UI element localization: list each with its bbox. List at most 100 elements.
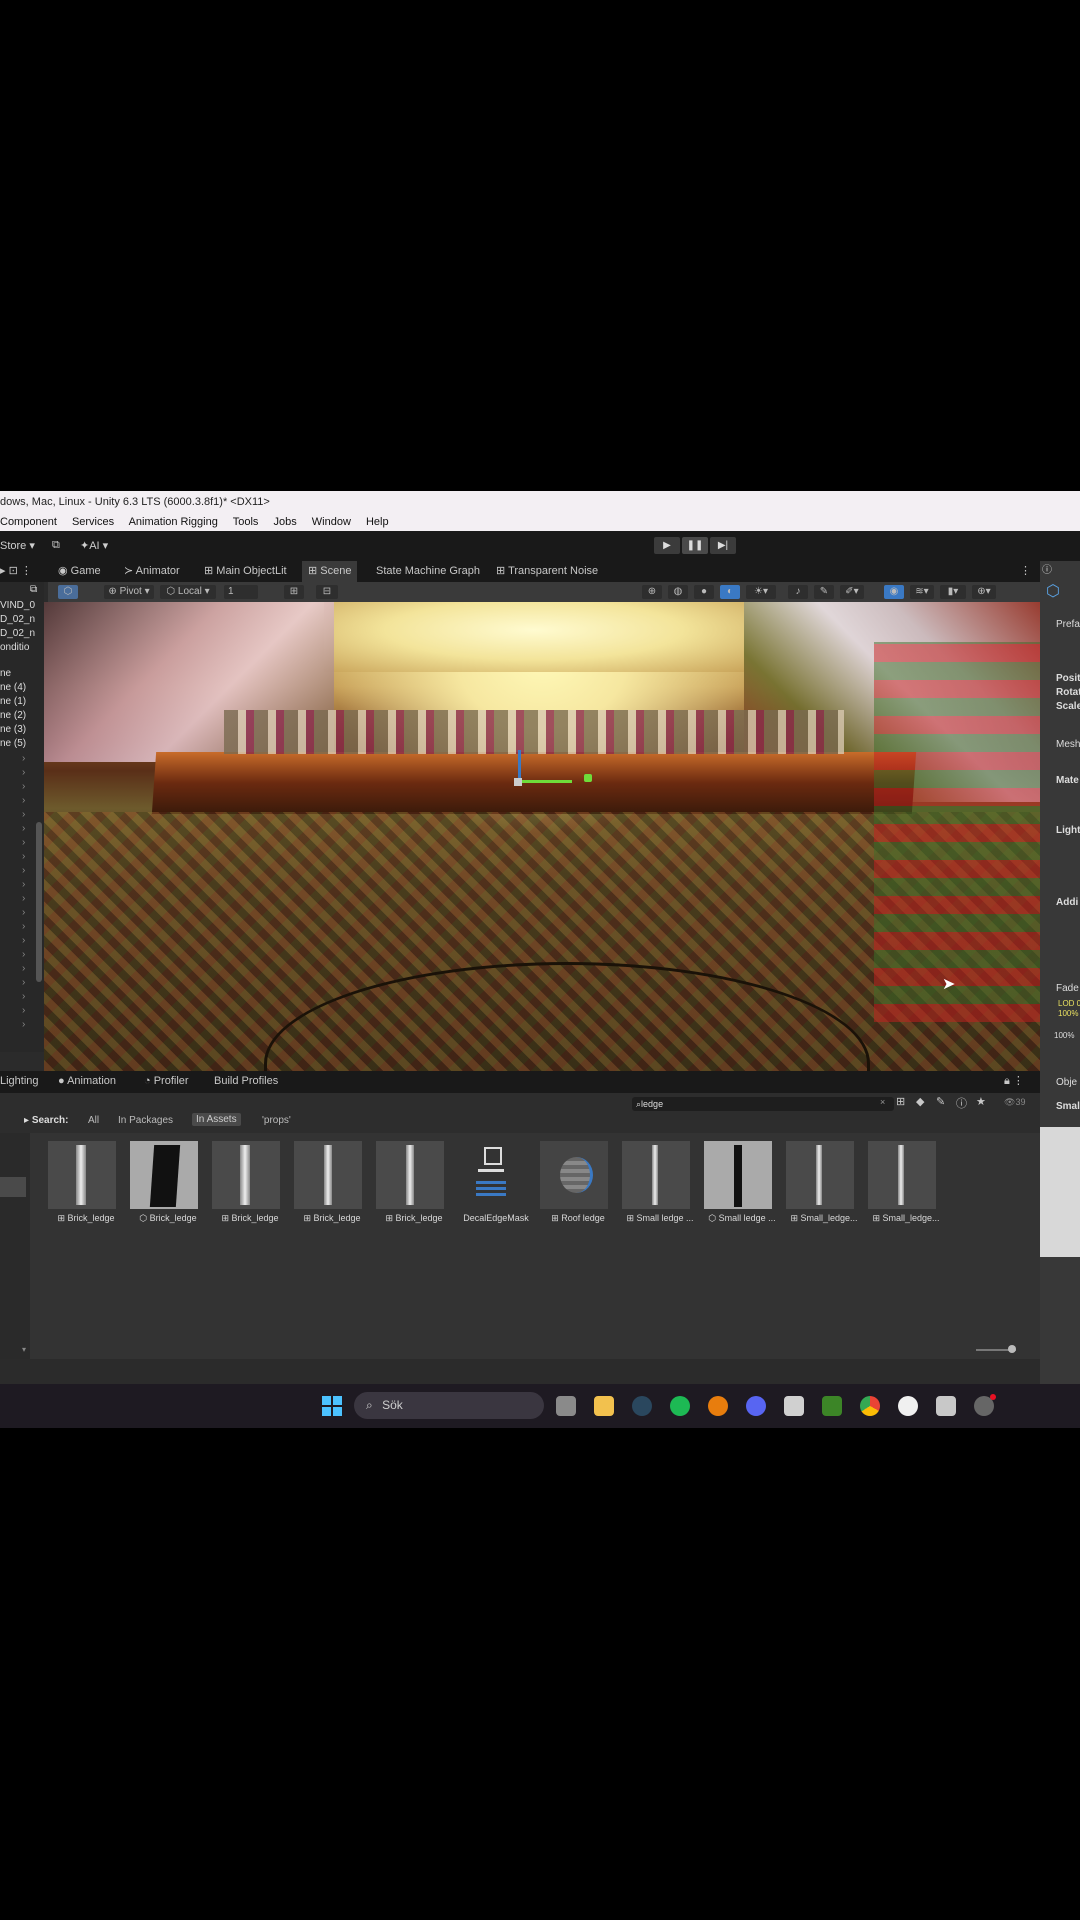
ai-button[interactable]: ✦AI ▾: [80, 539, 108, 552]
hierarchy-scrollbar[interactable]: [36, 822, 42, 982]
menu-window[interactable]: Window: [312, 516, 351, 528]
hierarchy-item[interactable]: D_02_n: [0, 614, 35, 625]
steam-icon[interactable]: [632, 1396, 652, 1416]
chrome-icon[interactable]: [860, 1396, 880, 1416]
scope-in-assets[interactable]: In Assets: [192, 1113, 241, 1126]
search-input[interactable]: ⌕ledge: [632, 1097, 894, 1111]
scope-all[interactable]: All: [88, 1115, 99, 1126]
shading-solid-icon[interactable]: ●: [694, 585, 714, 599]
menu-jobs[interactable]: Jobs: [273, 516, 296, 528]
gizmos-icon[interactable]: ⊕▾: [972, 585, 996, 599]
hierarchy-item[interactable]: ne (5): [0, 738, 26, 749]
favorite-star-icon[interactable]: ★: [976, 1095, 986, 1108]
tab-animation[interactable]: ● Animation: [58, 1071, 116, 1092]
task-view-icon[interactable]: [556, 1396, 576, 1416]
scene-viewport[interactable]: ➤: [44, 602, 1040, 1071]
search-info-icon[interactable]: ⓘ: [956, 1095, 967, 1111]
asset-item[interactable]: ⊞ Brick_ledge: [208, 1141, 280, 1231]
thumbnail-size-slider-handle[interactable]: [1008, 1345, 1016, 1353]
tab-main-objectlit[interactable]: ⊞ Main ObjectLit: [200, 561, 291, 582]
discord-icon[interactable]: [746, 1396, 766, 1416]
asset-item[interactable]: ⊞ Small_ledge...: [864, 1141, 940, 1231]
lighting-toggle-icon[interactable]: ☀▾: [746, 585, 776, 599]
windows-start-icon[interactable]: [322, 1396, 342, 1416]
hierarchy-item[interactable]: onditio: [0, 642, 29, 653]
inspector-tab-icon[interactable]: ⓘ: [1042, 561, 1052, 576]
tab-scene[interactable]: ⊞ Scene: [302, 561, 358, 582]
transform-gizmo-center[interactable]: [514, 778, 522, 786]
tabs-menu-icon[interactable]: ⋮: [1020, 561, 1031, 582]
folder-tree-item[interactable]: [0, 1177, 26, 1197]
tab-transparent-noise[interactable]: ⊞ Transparent Noise: [492, 561, 602, 582]
grid-snap-field[interactable]: 1: [224, 585, 258, 599]
panel-controls-icon[interactable]: ▸ ⊡ ⋮: [0, 561, 36, 582]
undo-history-icon[interactable]: ⧉: [52, 539, 60, 552]
search-by-log-icon[interactable]: ✎: [936, 1095, 945, 1108]
hierarchy-item[interactable]: ne (4): [0, 682, 26, 693]
asset-item[interactable]: ⬡ Brick_ledge: [126, 1141, 198, 1231]
shading-wire-icon[interactable]: ◍: [668, 585, 688, 599]
orientation-gizmo-icon[interactable]: ⬡: [58, 585, 78, 599]
hierarchy-item[interactable]: ne (3): [0, 724, 26, 735]
scroll-down-icon[interactable]: ▾: [22, 1345, 26, 1354]
tab-state-machine-graph[interactable]: State Machine Graph: [372, 561, 484, 582]
asset-item[interactable]: ⊞ Brick_ledge: [372, 1141, 444, 1231]
scope-in-packages[interactable]: In Packages: [118, 1115, 173, 1126]
draw-mode-icon[interactable]: ⊕: [642, 585, 662, 599]
transform-gizmo-y-axis[interactable]: [514, 780, 572, 783]
step-button[interactable]: ▶|: [710, 537, 736, 554]
asset-item[interactable]: ⊞ Roof ledge: [536, 1141, 608, 1231]
tab-game[interactable]: ◉ Game: [54, 561, 105, 582]
unity-hub-icon[interactable]: [784, 1396, 804, 1416]
taskbar-search-box[interactable]: ⌕ Sök: [354, 1392, 544, 1419]
unity-editor-icon[interactable]: [936, 1396, 956, 1416]
brush-tool-icon[interactable]: ✐▾: [840, 585, 864, 599]
layers-icon[interactable]: ≋▾: [910, 585, 934, 599]
hierarchy-item[interactable]: ne (1): [0, 696, 26, 707]
asset-item[interactable]: ⬡ Small ledge ...: [700, 1141, 776, 1231]
grid-toggle-icon[interactable]: ⊟: [316, 585, 338, 599]
spotify-icon[interactable]: [670, 1396, 690, 1416]
minecraft-icon[interactable]: [822, 1396, 842, 1416]
menu-services[interactable]: Services: [72, 516, 114, 528]
scope-props[interactable]: 'props': [262, 1115, 291, 1126]
panel-lock-icon[interactable]: 🔒︎ ⋮: [1004, 1071, 1024, 1092]
hierarchy-item[interactable]: ne (2): [0, 710, 26, 721]
github-icon[interactable]: [898, 1396, 918, 1416]
play-button[interactable]: ▶: [654, 537, 680, 554]
tab-lighting[interactable]: Lighting: [0, 1071, 39, 1092]
blender-icon[interactable]: [708, 1396, 728, 1416]
tab-profiler[interactable]: ◔ Profiler: [144, 1071, 189, 1092]
menu-tools[interactable]: Tools: [233, 516, 259, 528]
audio-toggle-icon[interactable]: ♪: [788, 585, 808, 599]
store-button[interactable]: Store ▾: [0, 539, 35, 552]
search-by-label-icon[interactable]: ◆: [916, 1095, 924, 1108]
file-explorer-icon[interactable]: [594, 1396, 614, 1416]
tab-build-profiles[interactable]: Build Profiles: [214, 1071, 278, 1092]
asset-item[interactable]: ⊞ Brick_ledge: [44, 1141, 116, 1231]
menu-component[interactable]: Component: [0, 516, 57, 528]
pause-button[interactable]: ❚❚: [682, 537, 708, 554]
clear-search-icon[interactable]: ×: [880, 1097, 885, 1107]
shading-shaded-icon[interactable]: ◐: [720, 585, 740, 599]
scene-visibility-icon[interactable]: ◉: [884, 585, 904, 599]
menu-animation-rigging[interactable]: Animation Rigging: [129, 516, 218, 528]
transform-gizmo-handle[interactable]: [584, 774, 592, 782]
hierarchy-lock-icon[interactable]: ⧉: [30, 584, 37, 595]
local-dropdown[interactable]: ⬡ Local ▾: [160, 585, 216, 599]
tab-animator[interactable]: ≻ Animator: [120, 561, 184, 582]
camera-settings-icon[interactable]: ▮▾: [940, 585, 966, 599]
effects-toggle-icon[interactable]: ✎: [814, 585, 834, 599]
menu-help[interactable]: Help: [366, 516, 389, 528]
pivot-dropdown[interactable]: ⊕ Pivot ▾: [104, 585, 154, 599]
asset-item[interactable]: ⊞ Small ledge ...: [618, 1141, 694, 1231]
hierarchy-item[interactable]: D_02_n: [0, 628, 35, 639]
asset-item[interactable]: ⊞ Brick_ledge: [290, 1141, 362, 1231]
search-by-type-icon[interactable]: ⊞: [896, 1095, 905, 1108]
asset-item[interactable]: DecalEdgeMask: [454, 1141, 529, 1231]
hierarchy-expand-arrows[interactable]: › › › › › › › › › › › › › › › › › › › ›: [22, 752, 25, 1032]
snap-settings-icon[interactable]: ⊞: [284, 585, 304, 599]
hierarchy-item[interactable]: ne: [0, 668, 11, 679]
hierarchy-item[interactable]: VIND_0: [0, 600, 35, 611]
asset-item[interactable]: ⊞ Small_ledge...: [782, 1141, 858, 1231]
